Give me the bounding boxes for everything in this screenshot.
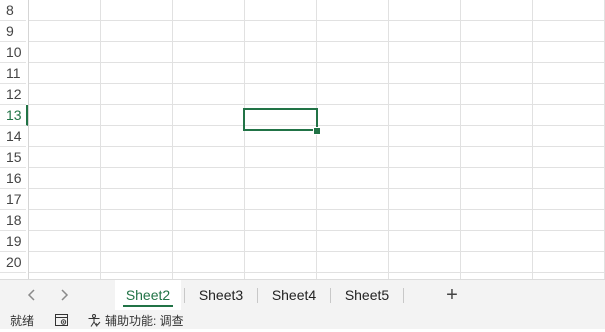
gridline-h xyxy=(29,272,605,273)
row-header-15[interactable]: 15 xyxy=(0,147,26,168)
row-header-10[interactable]: 10 xyxy=(0,42,26,63)
add-sheet-button[interactable]: + xyxy=(441,283,463,307)
sheet-tab-sheet2[interactable]: Sheet2 xyxy=(115,280,181,310)
gridline-h xyxy=(29,209,605,210)
row-header-20[interactable]: 20 xyxy=(0,252,26,273)
gridline-h xyxy=(29,104,605,105)
gridline-h xyxy=(29,146,605,147)
sheet-tab-label: Sheet2 xyxy=(125,287,171,303)
sheet-tab-label: Sheet3 xyxy=(198,287,244,303)
gridline-h xyxy=(29,251,605,252)
sheet-tab-label: Sheet5 xyxy=(344,287,390,303)
worksheet-grid[interactable]: 8 9 10 11 12 13 14 15 16 17 18 19 20 xyxy=(0,0,605,279)
tab-divider xyxy=(184,288,185,303)
accessibility-status[interactable]: 辅助功能: 调查 xyxy=(105,312,184,330)
status-bar: 就绪 辅助功能: 调查 xyxy=(0,311,605,329)
fill-handle[interactable] xyxy=(313,127,321,135)
row-header-12[interactable]: 12 xyxy=(0,84,26,105)
gridline-h xyxy=(29,20,605,21)
row-header-18[interactable]: 18 xyxy=(0,210,26,231)
tab-divider xyxy=(403,288,404,303)
row-header-9[interactable]: 9 xyxy=(0,21,26,42)
row-header-14[interactable]: 14 xyxy=(0,126,26,147)
row-header-11[interactable]: 11 xyxy=(0,63,26,84)
gridline-v xyxy=(244,0,245,279)
chevron-left-icon[interactable] xyxy=(21,284,43,306)
row-header-16[interactable]: 16 xyxy=(0,168,26,189)
sheet-tab-sheet5[interactable]: Sheet5 xyxy=(333,280,401,310)
accessibility-icon[interactable] xyxy=(87,314,101,332)
row-header-19[interactable]: 19 xyxy=(0,231,26,252)
gridline-h xyxy=(29,41,605,42)
row-header-column[interactable]: 8 9 10 11 12 13 14 15 16 17 18 19 20 xyxy=(0,0,29,279)
gridline-h xyxy=(29,230,605,231)
chevron-right-icon[interactable] xyxy=(53,284,75,306)
gridline-h xyxy=(29,83,605,84)
sheet-tab-sheet4[interactable]: Sheet4 xyxy=(260,280,328,310)
tab-divider xyxy=(330,288,331,303)
gridline-v xyxy=(316,0,317,279)
sheet-tab-label: Sheet4 xyxy=(271,287,317,303)
tab-divider xyxy=(257,288,258,303)
sheet-tab-bar: Sheet2 Sheet3 Sheet4 Sheet5 + xyxy=(0,279,605,311)
gridline-v xyxy=(532,0,533,279)
cell-area[interactable] xyxy=(29,0,605,279)
sheet-tab-sheet3[interactable]: Sheet3 xyxy=(187,280,255,310)
row-header-8[interactable]: 8 xyxy=(0,0,26,21)
active-tab-underline xyxy=(123,305,173,307)
row-header-17[interactable]: 17 xyxy=(0,189,26,210)
row-header-13[interactable]: 13 xyxy=(0,105,28,126)
active-cell-selection[interactable] xyxy=(243,108,318,131)
gridline-v xyxy=(100,0,101,279)
gridline-v xyxy=(388,0,389,279)
gridline-h xyxy=(29,62,605,63)
gridline-v xyxy=(460,0,461,279)
gridline-v xyxy=(172,0,173,279)
gridline-h xyxy=(29,167,605,168)
gridline-h xyxy=(29,188,605,189)
ready-status: 就绪 xyxy=(10,314,35,328)
macro-recorder-icon[interactable] xyxy=(55,314,69,332)
